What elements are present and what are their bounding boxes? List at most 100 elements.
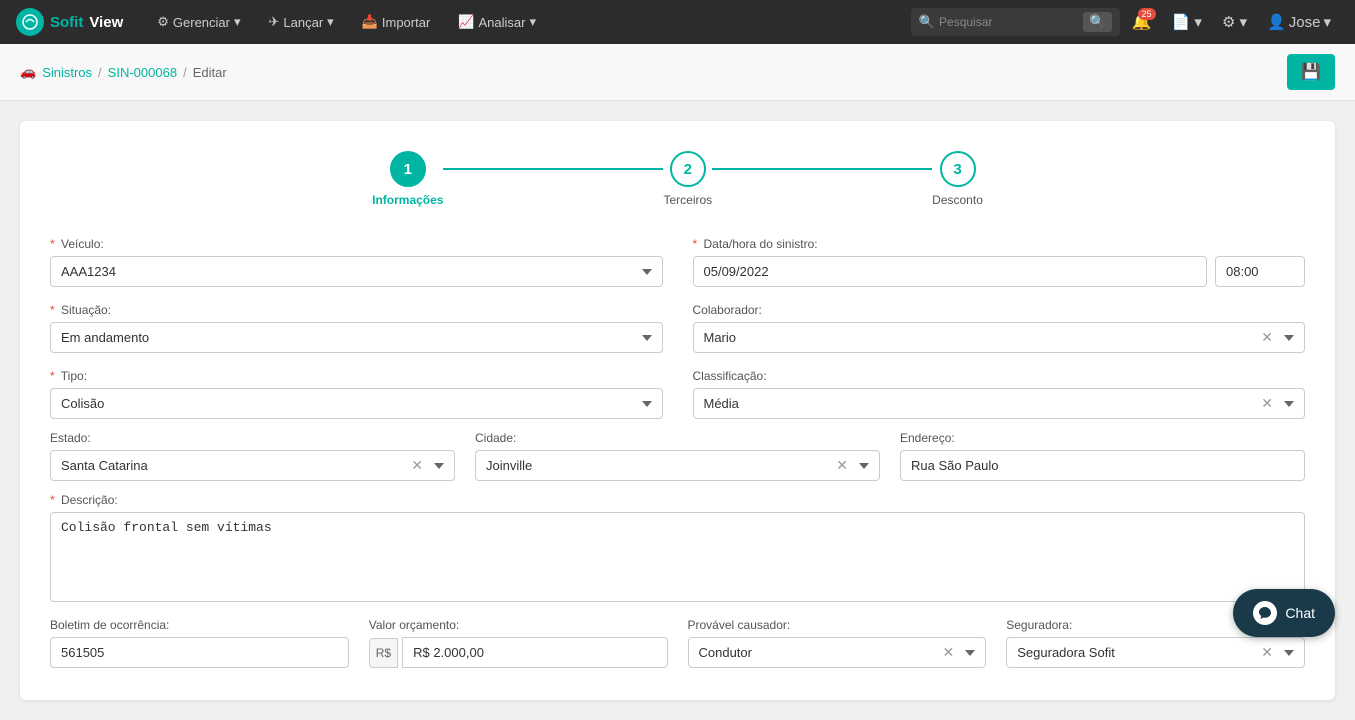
navbar: Sofit View ⚙ Gerenciar ▾ ✈ Lançar ▾ 📥 Im…	[0, 0, 1355, 44]
veiculo-label: * Veículo:	[50, 237, 663, 251]
cidade-select-wrapper: Joinville ✕	[475, 450, 880, 481]
save-button[interactable]: 💾	[1287, 54, 1335, 90]
descricao-label: * Descrição:	[50, 493, 1305, 507]
situacao-label: * Situação:	[50, 303, 663, 317]
colaborador-select[interactable]: Mario	[693, 322, 1306, 353]
breadcrumb-sep-1: /	[98, 65, 102, 80]
stepper-line-2	[712, 168, 932, 170]
breadcrumb-sep-2: /	[183, 65, 187, 80]
form-card: 1 Informações 2 Terceiros 3 Desconto	[20, 121, 1335, 700]
cidade-clear-button[interactable]: ✕	[832, 457, 852, 474]
step-2-label: Terceiros	[663, 193, 712, 207]
search-button[interactable]: 🔍	[1083, 12, 1112, 32]
data-input[interactable]	[693, 256, 1208, 287]
search-input[interactable]	[939, 15, 1079, 29]
notification-badge: 25	[1138, 8, 1156, 20]
nav-lancar[interactable]: ✈ Lançar ▾	[259, 0, 344, 44]
veiculo-select-wrapper: AAA1234	[50, 256, 663, 287]
brand-view: View	[89, 14, 123, 31]
classificacao-select[interactable]: Média	[693, 388, 1306, 419]
stepper-step-2[interactable]: 2 Terceiros	[663, 151, 712, 207]
chat-label: Chat	[1285, 605, 1315, 621]
cidade-group: Cidade: Joinville ✕	[475, 431, 880, 481]
valor-group: Valor orçamento: R$	[369, 618, 668, 668]
stepper: 1 Informações 2 Terceiros 3 Desconto	[50, 151, 1305, 207]
provavel-causador-label: Provável causador:	[688, 618, 987, 632]
stepper-step-1[interactable]: 1 Informações	[372, 151, 443, 207]
document-button[interactable]: 📄 ▾	[1164, 9, 1210, 35]
chat-button[interactable]: Chat	[1233, 589, 1335, 637]
cidade-label: Cidade:	[475, 431, 880, 445]
seguradora-select-wrapper: Seguradora Sofit ✕	[1006, 637, 1305, 668]
brand: Sofit View	[16, 8, 123, 36]
navbar-right: 🔍 🔍 🔔 25 📄 ▾ ⚙ ▾ 👤 Jose ▾	[911, 8, 1339, 36]
step-3-circle: 3	[940, 151, 976, 187]
estado-label: Estado:	[50, 431, 455, 445]
colaborador-label: Colaborador:	[693, 303, 1306, 317]
provavel-causador-group: Provável causador: Condutor ✕	[688, 618, 987, 668]
form-section-location: Estado: Santa Catarina ✕ Cidade: Joinvil…	[50, 431, 1305, 481]
endereco-group: Endereço:	[900, 431, 1305, 481]
form-section-1: * Veículo: AAA1234 * Data/hora do sinist…	[50, 237, 1305, 419]
nav-importar[interactable]: 📥 Importar	[352, 0, 441, 44]
notification-button[interactable]: 🔔 25	[1124, 8, 1160, 36]
hora-input[interactable]	[1215, 256, 1305, 287]
classificacao-label: Classificação:	[693, 369, 1306, 383]
veiculo-select[interactable]: AAA1234	[50, 256, 663, 287]
classificacao-group: Classificação: Média ✕	[693, 369, 1306, 419]
brand-sofit: Sofit	[50, 14, 83, 31]
data-hora-label: * Data/hora do sinistro:	[693, 237, 1306, 251]
user-menu-button[interactable]: 👤 Jose ▾	[1259, 9, 1339, 35]
stepper-step-3[interactable]: 3 Desconto	[932, 151, 983, 207]
tipo-select[interactable]: Colisão	[50, 388, 663, 419]
colaborador-select-wrapper: Mario ✕	[693, 322, 1306, 353]
veiculo-group: * Veículo: AAA1234	[50, 237, 663, 287]
valor-input[interactable]	[402, 637, 667, 668]
breadcrumb-sinistros[interactable]: Sinistros	[42, 65, 92, 80]
nav-gerenciar[interactable]: ⚙ Gerenciar ▾	[147, 0, 250, 44]
cidade-select[interactable]: Joinville	[475, 450, 880, 481]
estado-group: Estado: Santa Catarina ✕	[50, 431, 455, 481]
boletim-input[interactable]	[50, 637, 349, 668]
tipo-group: * Tipo: Colisão	[50, 369, 663, 419]
settings-button[interactable]: ⚙ ▾	[1214, 9, 1255, 35]
endereco-input[interactable]	[900, 450, 1305, 481]
colaborador-clear-button[interactable]: ✕	[1257, 329, 1277, 346]
step-1-label: Informações	[372, 193, 443, 207]
car-icon: 🚗	[20, 64, 36, 80]
datetime-group	[693, 256, 1306, 287]
valor-label: Valor orçamento:	[369, 618, 668, 632]
nav-analisar[interactable]: 📈 Analisar ▾	[448, 0, 546, 44]
situacao-select[interactable]: Em andamento	[50, 322, 663, 353]
step-2-circle: 2	[670, 151, 706, 187]
breadcrumb-bar: 🚗 Sinistros / SIN-000068 / Editar 💾	[0, 44, 1355, 101]
data-hora-group: * Data/hora do sinistro:	[693, 237, 1306, 287]
tipo-label: * Tipo:	[50, 369, 663, 383]
provavel-causador-select-wrapper: Condutor ✕	[688, 637, 987, 668]
step-1-circle: 1	[390, 151, 426, 187]
situacao-group: * Situação: Em andamento	[50, 303, 663, 353]
estado-select-wrapper: Santa Catarina ✕	[50, 450, 455, 481]
boletim-group: Boletim de ocorrência:	[50, 618, 349, 668]
step-3-label: Desconto	[932, 193, 983, 207]
brand-icon	[16, 8, 44, 36]
search-icon: 🔍	[919, 14, 935, 30]
search-box: 🔍 🔍	[911, 8, 1120, 36]
main-content: 1 Informações 2 Terceiros 3 Desconto	[0, 101, 1355, 720]
breadcrumb-sin-number[interactable]: SIN-000068	[108, 65, 177, 80]
form-section-bottom: Boletim de ocorrência: Valor orçamento: …	[50, 618, 1305, 668]
colaborador-group: Colaborador: Mario ✕	[693, 303, 1306, 353]
classificacao-select-wrapper: Média ✕	[693, 388, 1306, 419]
chat-icon	[1253, 601, 1277, 625]
provavel-causador-clear-button[interactable]: ✕	[939, 644, 959, 661]
endereco-label: Endereço:	[900, 431, 1305, 445]
valor-prefix: R$	[369, 638, 398, 668]
estado-clear-button[interactable]: ✕	[407, 457, 427, 474]
seguradora-clear-button[interactable]: ✕	[1257, 644, 1277, 661]
descricao-group: * Descrição: Colisão frontal sem vítimas	[50, 493, 1305, 602]
descricao-textarea[interactable]: Colisão frontal sem vítimas	[50, 512, 1305, 602]
breadcrumb-current: Editar	[193, 65, 227, 80]
estado-select[interactable]: Santa Catarina	[50, 450, 455, 481]
classificacao-clear-button[interactable]: ✕	[1257, 395, 1277, 412]
boletim-label: Boletim de ocorrência:	[50, 618, 349, 632]
